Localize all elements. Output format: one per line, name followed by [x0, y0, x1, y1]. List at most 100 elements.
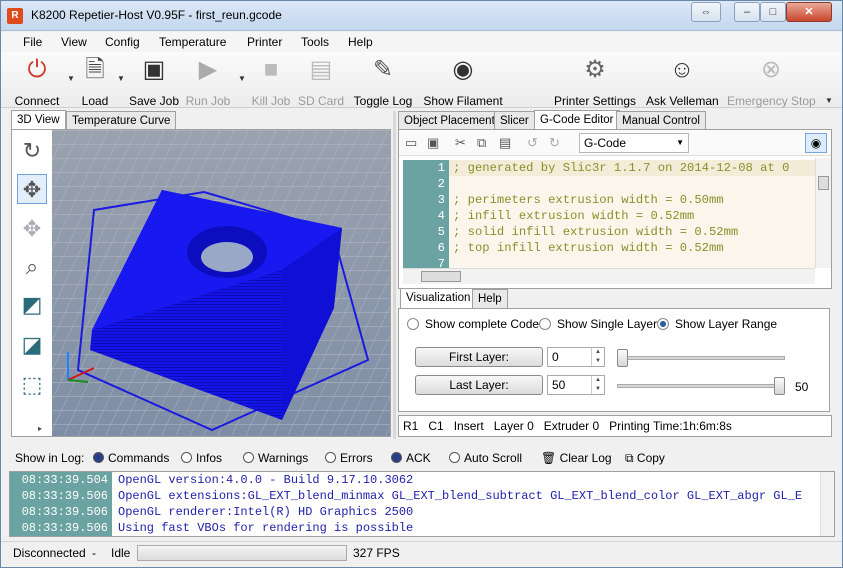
toggle-log-label: Toggle Log	[353, 94, 413, 108]
log-row: 08:33:39.506 Using fast VBOs for renderi…	[10, 520, 834, 536]
filter-commands[interactable]: Commands	[93, 451, 169, 465]
status-bar: Disconnected - Idle 327 FPS	[1, 541, 842, 567]
paste-icon[interactable]: ▤	[499, 135, 511, 151]
log-scrollbar[interactable]	[820, 472, 834, 536]
code-line	[449, 256, 815, 268]
emergency-stop-button[interactable]: ⊗ Emergency Stop	[727, 56, 816, 108]
radio-indicator-selected	[657, 318, 669, 330]
close-button[interactable]: ✕	[786, 2, 832, 22]
spinner-arrows-icon[interactable]: ▲ ▼	[591, 348, 604, 366]
open-file-icon[interactable]: ▭	[405, 135, 417, 151]
panel-splitter[interactable]	[393, 111, 396, 439]
sd-card-icon: ▤	[309, 56, 333, 83]
filter-label: Errors	[340, 451, 373, 465]
radio-show-complete-code[interactable]: Show complete Code	[407, 317, 539, 331]
top-view-icon[interactable]: ⬚	[17, 370, 47, 400]
menu-printer[interactable]: Printer	[247, 35, 282, 49]
zoom-icon[interactable]: ⌕	[17, 252, 47, 282]
radio-show-layer-range[interactable]: Show Layer Range	[657, 317, 777, 331]
tab-3d-view[interactable]: 3D View	[11, 110, 66, 131]
preview-eye-icon[interactable]: ◉	[805, 133, 827, 153]
menu-config[interactable]: Config	[105, 35, 140, 49]
ask-velleman-button[interactable]: ☺ Ask Velleman	[646, 56, 719, 108]
filter-auto-scroll[interactable]: Auto Scroll	[449, 451, 522, 465]
filter-errors[interactable]: Errors	[325, 451, 373, 465]
insert-mode: Insert	[453, 419, 484, 433]
load-label: Load	[81, 94, 109, 108]
first-layer-slider-thumb[interactable]	[617, 349, 628, 367]
redo-icon[interactable]: ↻	[549, 135, 560, 151]
tab-manual-control[interactable]: Manual Control	[616, 111, 706, 131]
run-job-dropdown-icon[interactable]: ▼	[238, 74, 246, 83]
reset-view-icon[interactable]: ↻	[17, 136, 47, 166]
menu-view[interactable]: View	[61, 35, 87, 49]
log-area[interactable]: 08:33:39.504 OpenGL version:4.0.0 - Buil…	[9, 471, 835, 537]
first-layer-button[interactable]: First Layer:	[415, 347, 543, 367]
filter-warnings[interactable]: Warnings	[243, 451, 308, 465]
menu-tools[interactable]: Tools	[301, 35, 329, 49]
3d-scene[interactable]	[52, 130, 390, 436]
copy-icon[interactable]: ⧉	[477, 135, 486, 151]
move-object-icon[interactable]: ✥	[17, 214, 47, 244]
tab-slicer[interactable]: Slicer	[494, 111, 535, 131]
document-icon: 🗎	[85, 56, 105, 83]
front-view-icon[interactable]: ◪	[17, 330, 47, 360]
gcode-text-area[interactable]: 1 ; generated by Slic3r 1.1.7 on 2014-12…	[403, 160, 815, 268]
toggle-log-button[interactable]: ✎ Toggle Log	[353, 56, 413, 108]
restore-arrows-icon[interactable]: ⇔	[691, 2, 721, 22]
clear-log-button[interactable]: 🗑 Clear Log	[541, 451, 612, 465]
kill-job-button[interactable]: ■ Kill Job	[250, 56, 292, 108]
tab-object-placement[interactable]: Object Placement	[398, 111, 501, 131]
last-layer-button[interactable]: Last Layer:	[415, 375, 543, 395]
copy-log-label: Copy	[636, 451, 665, 465]
copy-log-button[interactable]: ⧉ Copy	[625, 451, 665, 466]
tab-help[interactable]: Help	[472, 289, 508, 309]
menu-temperature[interactable]: Temperature	[159, 35, 226, 49]
spinner-arrows-icon[interactable]: ▲ ▼	[591, 376, 604, 394]
connect-dropdown-icon[interactable]: ▼	[67, 74, 75, 83]
first-layer-spinner[interactable]: 0 ▲ ▼	[547, 347, 605, 367]
chevron-down-icon: ▼	[676, 138, 684, 147]
show-filament-button[interactable]: ◉ Show Filament	[423, 56, 503, 108]
gcode-mode-select[interactable]: G-Code ▼	[579, 133, 689, 153]
filter-label: Infos	[196, 451, 223, 465]
last-layer-spinner[interactable]: 50 ▲ ▼	[547, 375, 605, 395]
move-view-icon[interactable]: ✥	[17, 174, 47, 204]
last-layer-slider[interactable]	[617, 384, 785, 388]
isometric-view-icon[interactable]: ◩	[17, 290, 47, 320]
save-job-button[interactable]: ▣ Save Job	[129, 56, 179, 108]
connect-button[interactable]: ⏻ Connect	[11, 56, 63, 108]
save-file-icon[interactable]: ▣	[427, 135, 439, 151]
last-layer-slider-thumb[interactable]	[774, 377, 785, 395]
radio-indicator	[539, 318, 551, 330]
gcode-vertical-scrollbar[interactable]	[815, 158, 831, 268]
emergency-stop-label: Emergency Stop	[727, 94, 816, 108]
printer-settings-button[interactable]: ⚙ Printer Settings	[554, 56, 636, 108]
scroll-right-arrow-icon[interactable]: ▸	[38, 424, 42, 433]
right-tab-strip: Object Placement Slicer G-Code Editor Ma…	[398, 110, 832, 131]
filter-ack[interactable]: ACK	[391, 451, 431, 465]
log-row: 08:33:39.504 OpenGL version:4.0.0 - Buil…	[10, 472, 834, 488]
menu-help[interactable]: Help	[348, 35, 373, 49]
sd-card-button[interactable]: ▤ SD Card	[298, 56, 344, 108]
tab-gcode-editor[interactable]: G-Code Editor	[534, 110, 620, 131]
gcode-horizontal-scrollbar[interactable]	[403, 268, 815, 284]
maximize-button[interactable]: □	[760, 2, 786, 22]
load-dropdown-icon[interactable]: ▼	[117, 74, 125, 83]
toolbar-overflow-icon[interactable]: ▼	[825, 96, 833, 105]
toggle-dot-icon	[325, 452, 336, 463]
menu-file[interactable]: File	[23, 35, 42, 49]
printer-state: Idle	[111, 546, 131, 560]
cut-icon[interactable]: ✂	[455, 135, 466, 151]
run-job-button[interactable]: ▶ Run Job	[185, 56, 231, 108]
line-number: 6	[403, 240, 449, 256]
first-layer-slider[interactable]	[617, 356, 785, 360]
radio-show-single-layer[interactable]: Show Single Layer	[539, 317, 657, 331]
row-indicator: R1	[403, 419, 419, 433]
tab-visualization[interactable]: Visualization	[400, 288, 477, 309]
load-button[interactable]: 🗎 Load	[76, 56, 114, 108]
filter-infos[interactable]: Infos	[181, 451, 222, 465]
minimize-button[interactable]: –	[734, 2, 760, 22]
tab-temperature-curve[interactable]: Temperature Curve	[66, 111, 177, 131]
undo-icon[interactable]: ↺	[527, 135, 538, 151]
